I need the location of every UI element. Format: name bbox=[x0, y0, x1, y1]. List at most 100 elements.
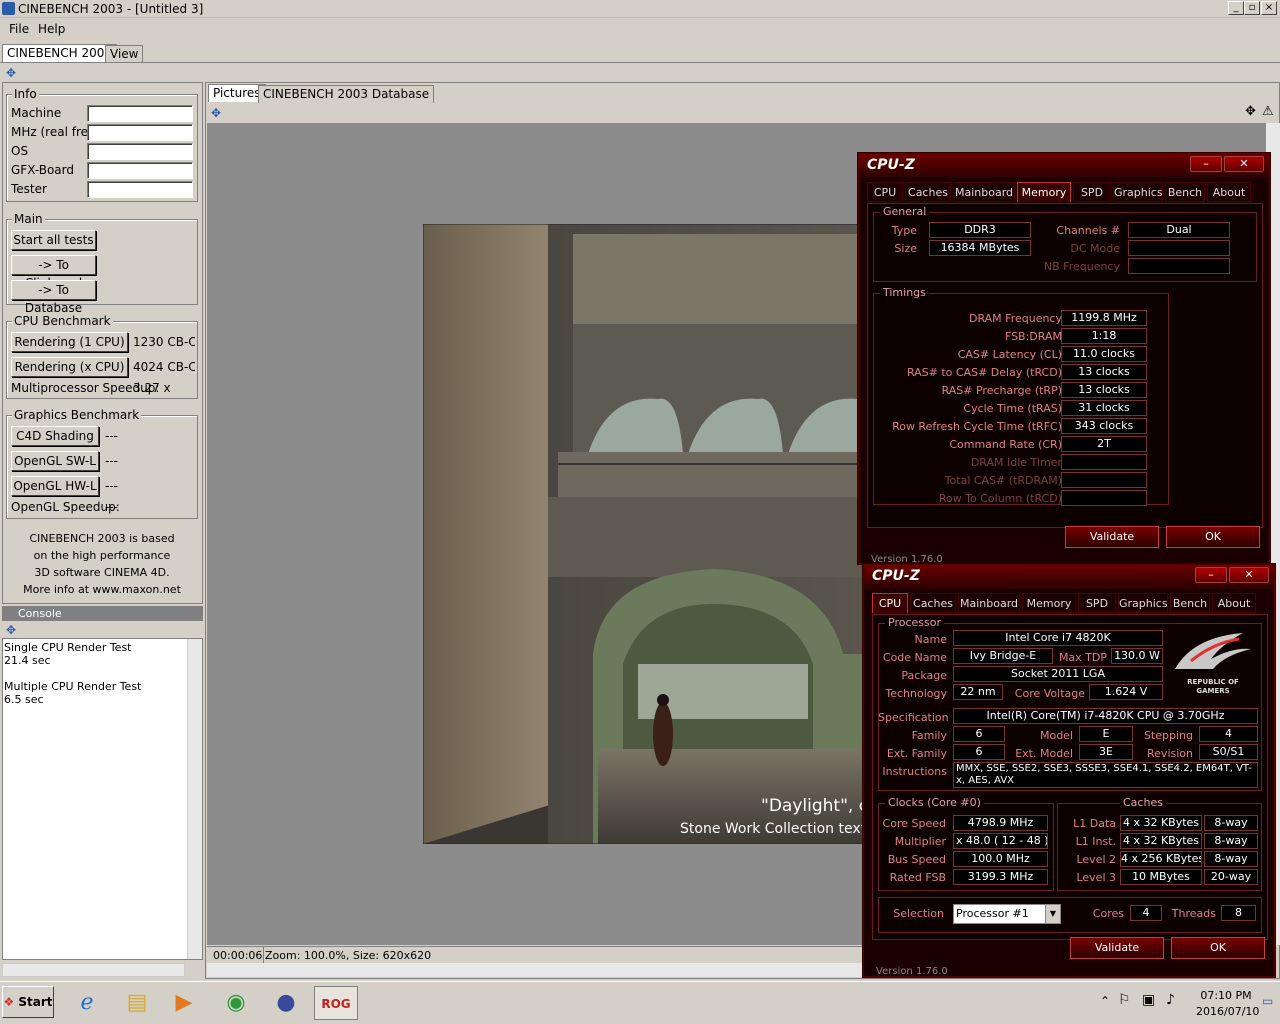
cinebench-icon[interactable]: ● bbox=[266, 986, 306, 1020]
network-icon[interactable]: ▣ bbox=[1142, 992, 1155, 1008]
processor-select[interactable]: Processor #1 ▼ bbox=[953, 904, 1061, 924]
opengl-swl-value: --- bbox=[105, 454, 118, 468]
core-voltage-value: 1.624 V bbox=[1089, 684, 1163, 700]
cpuz-memory-minimize-button[interactable]: – bbox=[1190, 156, 1222, 172]
mem-tab-caches[interactable]: Caches bbox=[905, 182, 951, 202]
mem-tab-mainboard[interactable]: Mainboard bbox=[953, 182, 1015, 202]
to-database-button[interactable]: -> To Database bbox=[11, 280, 96, 315]
folder-icon[interactable]: ▤ bbox=[117, 986, 157, 1020]
internet-explorer-icon[interactable]: ℯ bbox=[67, 986, 107, 1020]
cpuz-memory-ok-button[interactable]: OK bbox=[1166, 526, 1260, 548]
rendering-1cpu-button[interactable]: Rendering (1 CPU) bbox=[11, 332, 128, 352]
about-text: CINEBENCH 2003 is based on the high perf… bbox=[6, 530, 198, 598]
cpu-tab-cpu[interactable]: CPU bbox=[872, 593, 908, 613]
mhz-field[interactable] bbox=[87, 124, 193, 141]
tab-view[interactable]: View bbox=[105, 45, 144, 63]
media-player-icon[interactable]: ▶ bbox=[164, 986, 204, 1020]
timing-value: 11.0 clocks bbox=[1061, 346, 1147, 362]
chrome-icon[interactable]: ◉ bbox=[216, 986, 256, 1020]
cpuz-cpu-ok-button[interactable]: OK bbox=[1171, 937, 1265, 959]
console-pin-icon[interactable]: ✥ bbox=[6, 624, 18, 636]
cpu-tab-spd[interactable]: SPD bbox=[1078, 593, 1116, 613]
menu-file[interactable]: File bbox=[9, 22, 29, 36]
minimize-button[interactable]: _ bbox=[1228, 1, 1244, 15]
close-button[interactable]: × bbox=[1261, 1, 1277, 15]
timing-label: FSB:DRAM bbox=[1004, 330, 1062, 343]
console-output[interactable]: Single CPU Render Test 21.4 sec Multiple… bbox=[2, 638, 203, 960]
console-scrollbar[interactable] bbox=[187, 639, 202, 959]
cpu-tab-memory[interactable]: Memory bbox=[1022, 593, 1076, 613]
name-value: Intel Core i7 4820K bbox=[953, 630, 1163, 646]
name-label: Name bbox=[914, 633, 947, 646]
gfx-field[interactable] bbox=[87, 162, 193, 179]
selection-label: Selection bbox=[893, 907, 944, 920]
level-2-label: Level 2 bbox=[1076, 853, 1116, 866]
instructions-label: Instructions bbox=[882, 765, 947, 778]
info-title: Info bbox=[12, 87, 39, 101]
clock-date[interactable]: 2016/07/10 bbox=[1196, 1005, 1259, 1018]
console-hscrollbar[interactable] bbox=[2, 963, 185, 977]
multiplier-value: x 48.0 ( 12 - 48 ) bbox=[953, 833, 1048, 849]
mem-tab-spd[interactable]: SPD bbox=[1073, 182, 1111, 202]
opengl-hwl-button[interactable]: OpenGL HW-L bbox=[11, 476, 99, 496]
rendered-scene-image: "Daylight", c Stone Work Collection text… bbox=[423, 224, 863, 844]
start-button[interactable]: ❖ Start bbox=[2, 986, 54, 1018]
family-label: Family bbox=[911, 729, 947, 742]
cpuz-taskbar-icon[interactable]: ROG bbox=[314, 986, 358, 1020]
warning-icon[interactable]: ⚠ bbox=[1262, 104, 1274, 119]
move-icon[interactable]: ✥ bbox=[1245, 104, 1256, 119]
start-all-tests-button[interactable]: Start all tests bbox=[11, 230, 96, 250]
revision-label: Revision bbox=[1147, 747, 1193, 760]
flag-icon[interactable]: ⚐ bbox=[1118, 992, 1131, 1008]
tester-field[interactable] bbox=[87, 181, 193, 198]
revision-value: S0/S1 bbox=[1199, 744, 1258, 760]
tray-arrow-icon[interactable]: ⌃ bbox=[1100, 994, 1110, 1008]
ext-model-label: Ext. Model bbox=[1015, 747, 1073, 760]
family-value: 6 bbox=[953, 726, 1005, 742]
cpu-tab-about[interactable]: About bbox=[1212, 593, 1256, 613]
c4d-shading-button[interactable]: C4D Shading bbox=[11, 426, 99, 446]
cpuz-memory-validate-button[interactable]: Validate bbox=[1065, 526, 1159, 548]
cpu-tab-caches[interactable]: Caches bbox=[910, 593, 956, 613]
mem-tab-memory[interactable]: Memory bbox=[1017, 182, 1071, 202]
mem-tab-graphics[interactable]: Graphics bbox=[1113, 182, 1163, 202]
rendering-xcpu-button[interactable]: Rendering (x CPU) bbox=[11, 357, 128, 377]
timing-label: Cycle Time (tRAS) bbox=[963, 402, 1062, 415]
tab-cinebench[interactable]: CINEBENCH 2003 bbox=[2, 44, 118, 62]
machine-field[interactable] bbox=[87, 105, 193, 122]
timing-value: 1:18 bbox=[1061, 328, 1147, 344]
cpuz-memory-close-button[interactable]: ✕ bbox=[1224, 156, 1264, 172]
cpuz-cpu-minimize-button[interactable]: – bbox=[1195, 567, 1227, 583]
pin-icon[interactable]: ✥ bbox=[6, 67, 18, 79]
bus-speed-value: 100.0 MHz bbox=[953, 851, 1048, 867]
maximize-button[interactable]: ▫ bbox=[1244, 1, 1260, 15]
picture-pin-icon[interactable]: ✥ bbox=[211, 107, 223, 119]
cpuz-cpu-tabs: CPU Caches Mainboard Memory SPD Graphics Bench… bbox=[872, 593, 1268, 615]
tab-database[interactable]: CINEBENCH 2003 Database bbox=[258, 85, 435, 103]
dc-mode-value bbox=[1128, 240, 1230, 256]
os-field[interactable] bbox=[87, 143, 193, 160]
cpuz-cpu-titlebar: CPU-Z – ✕ bbox=[864, 565, 1274, 589]
cpu-tab-mainboard[interactable]: Mainboard bbox=[958, 593, 1020, 613]
clock-time[interactable]: 07:10 PM bbox=[1196, 989, 1256, 1002]
to-clipboard-button[interactable]: -> To Clipboard bbox=[11, 255, 96, 290]
level-3-label: Level 3 bbox=[1076, 871, 1116, 884]
cpu-tab-bench[interactable]: Bench bbox=[1170, 593, 1210, 613]
volume-icon[interactable]: ♪ bbox=[1166, 992, 1175, 1008]
mem-tab-bench[interactable]: Bench bbox=[1165, 182, 1205, 202]
core-speed-value: 4798.9 MHz bbox=[953, 815, 1048, 831]
show-desktop-icon[interactable]: ▭ bbox=[1262, 994, 1273, 1008]
mem-tab-cpu[interactable]: CPU bbox=[867, 182, 903, 202]
mem-tab-about[interactable]: About bbox=[1207, 182, 1251, 202]
timing-label: Command Rate (CR) bbox=[949, 438, 1062, 451]
cpuz-memory-title: CPU-Z bbox=[867, 157, 915, 173]
cpu-tab-graphics[interactable]: Graphics bbox=[1118, 593, 1168, 613]
opengl-swl-button[interactable]: OpenGL SW-L bbox=[11, 451, 99, 471]
cpuz-cpu-validate-button[interactable]: Validate bbox=[1070, 937, 1164, 959]
cpuz-cpu-version: Version 1.76.0 bbox=[876, 966, 948, 977]
tab-pictures[interactable]: Pictures bbox=[208, 84, 266, 102]
chevron-down-icon[interactable]: ▼ bbox=[1045, 905, 1060, 923]
cpuz-cpu-close-button[interactable]: ✕ bbox=[1229, 567, 1269, 583]
menu-help[interactable]: Help bbox=[38, 22, 65, 36]
model-value: E bbox=[1079, 726, 1133, 742]
